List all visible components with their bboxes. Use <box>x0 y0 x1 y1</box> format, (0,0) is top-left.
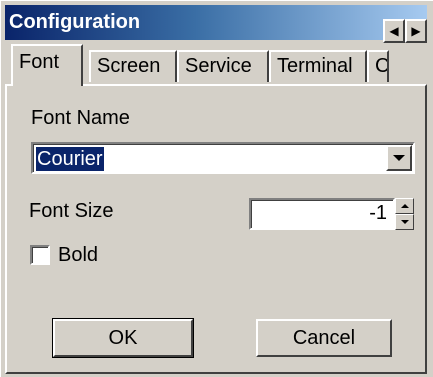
tab-partial-label: C <box>375 55 389 77</box>
arrow-left-icon[interactable]: ◀ <box>383 19 405 43</box>
tab-terminal[interactable]: Terminal <box>269 50 367 82</box>
tab-font[interactable]: Font <box>11 44 83 86</box>
arrow-right-icon[interactable]: ▶ <box>405 19 427 43</box>
tab-font-label: Font <box>19 51 60 73</box>
tab-scroll-arrows: ◀ ▶ <box>383 19 427 43</box>
tab-service-label: Service <box>185 55 252 77</box>
configuration-dialog: Configuration Font Screen Service Termin… <box>0 0 433 377</box>
tab-strip: Font Screen Service Terminal C <box>5 40 427 86</box>
tab-screen[interactable]: Screen <box>89 50 177 82</box>
tab-partial[interactable]: C <box>367 50 389 82</box>
tab-screen-label: Screen <box>97 55 161 77</box>
tab-service[interactable]: Service <box>177 50 269 82</box>
font-tab-pane <box>5 84 427 374</box>
tab-terminal-label: Terminal <box>277 55 353 77</box>
window-title: Configuration <box>9 11 141 33</box>
title-bar[interactable]: Configuration <box>5 5 427 40</box>
